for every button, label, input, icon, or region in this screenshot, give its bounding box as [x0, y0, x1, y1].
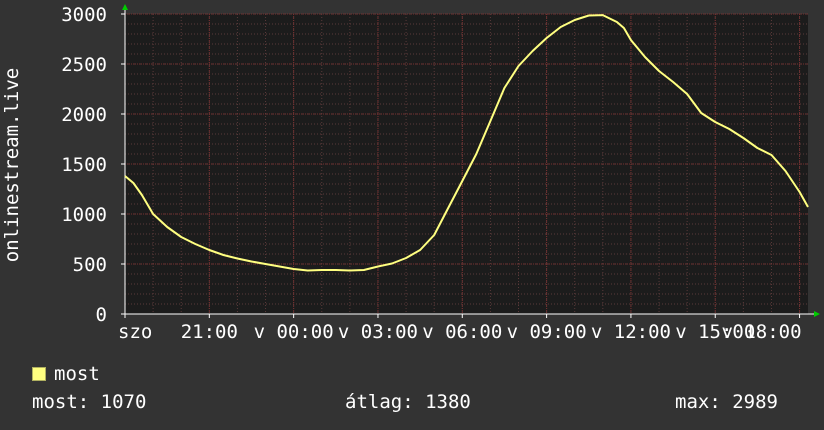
x-tick-label: szo [118, 321, 152, 343]
stats-row: most: 1070 átlag: 1380 max: 2989 [0, 390, 824, 414]
x-tick-label: 21:00 [181, 321, 238, 343]
stat-average-value: 1380 [425, 391, 471, 413]
stat-average-label: átlag: [345, 391, 414, 413]
legend-swatch [32, 367, 46, 381]
y-tick-label: 3000 [61, 4, 107, 26]
stat-maximum-label: max: [675, 391, 721, 413]
x-tick-label: v 12:00 [591, 321, 671, 343]
y-tick-label: 2500 [61, 54, 107, 76]
line-chart: 050010001500200025003000szo 21:00 v 00:00 v… [1, 4, 820, 343]
stat-maximum: max: 2989 [675, 390, 778, 414]
y-tick-label: 0 [96, 304, 107, 326]
x-tick-label: v 18:00 [721, 321, 801, 343]
stat-current-label: most: [32, 391, 90, 413]
y-tick-label: 1500 [61, 154, 107, 176]
legend: most [32, 362, 100, 386]
x-tick-label: v 06:00 [422, 321, 502, 343]
y-tick-label: 1000 [61, 204, 107, 226]
y-tick-label: 2000 [61, 104, 107, 126]
chart-panel: 0 500 1000 1500 2000 2500 3000 szo 21:00 v 00:00 v… [0, 0, 824, 430]
stat-current: most: 1070 [32, 390, 146, 414]
stat-average: átlag: 1380 [345, 390, 471, 414]
x-tick-label: v 09:00 [507, 321, 587, 343]
stat-maximum-value: 2989 [732, 391, 778, 413]
x-tick-label: v 03:00 [338, 321, 418, 343]
y-tick-label: 500 [73, 254, 107, 276]
y-axis-arrow-icon [122, 4, 128, 10]
x-axis-arrow-icon [814, 311, 820, 317]
stat-current-value: 1070 [100, 391, 147, 413]
x-tick-label: v 00:00 [254, 321, 334, 343]
legend-label: most [54, 363, 100, 385]
y-axis-label: onlinestream.live [1, 68, 23, 262]
